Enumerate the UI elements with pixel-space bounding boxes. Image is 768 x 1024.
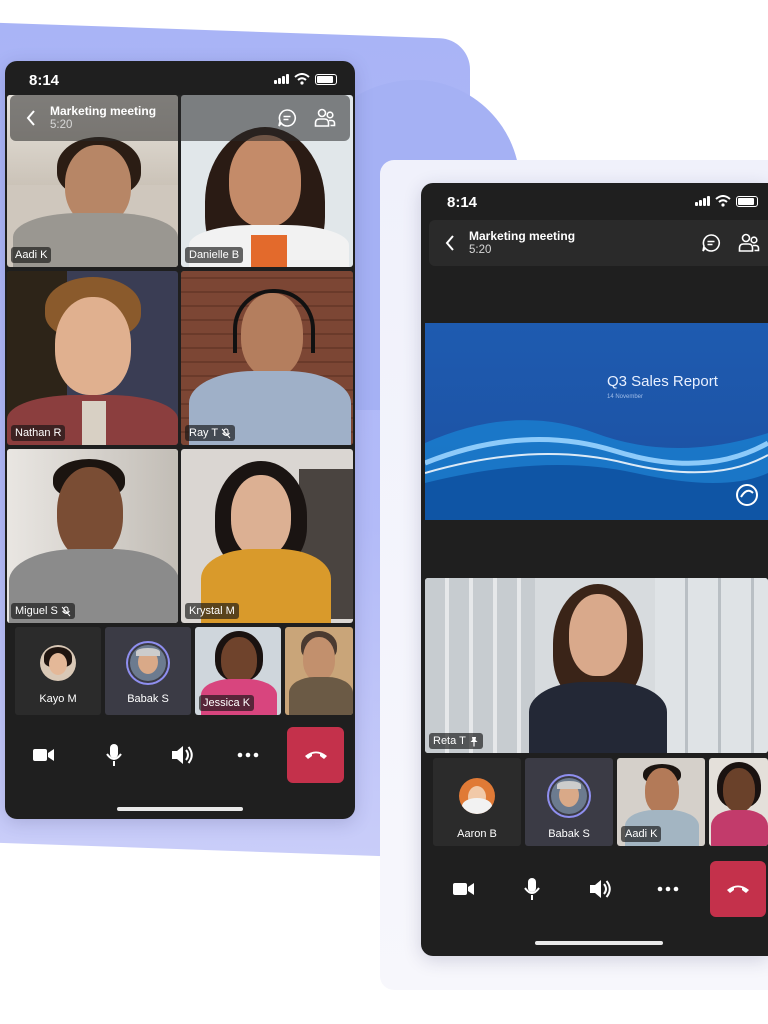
video-tile[interactable]: Nathan R xyxy=(7,271,178,445)
more-icon xyxy=(657,886,679,892)
battery-icon xyxy=(736,195,758,207)
call-controls xyxy=(5,727,355,783)
mic-muted-icon xyxy=(221,428,231,438)
roster-name: Kayo M xyxy=(39,693,77,705)
roster-participant-selected[interactable]: Babak S xyxy=(525,758,613,846)
camera-icon xyxy=(33,749,54,761)
meeting-header: Marketing meeting 5:20 xyxy=(429,220,768,266)
battery-icon xyxy=(315,73,337,85)
video-tile[interactable] xyxy=(285,627,353,715)
slide-date: 14 November xyxy=(607,394,644,400)
cellular-signal-icon xyxy=(695,196,710,206)
slide-logo-icon xyxy=(736,484,758,506)
participant-name-label: Aadi K xyxy=(11,247,52,263)
status-bar: 8:14 xyxy=(421,183,768,217)
slide-title: Q3 Sales Report xyxy=(607,373,718,390)
video-tile[interactable]: Krystal M xyxy=(181,449,353,623)
avatar xyxy=(130,645,166,681)
back-button[interactable] xyxy=(16,103,46,133)
avatar xyxy=(459,778,495,814)
roster-name: Aaron B xyxy=(457,828,497,840)
microphone-button[interactable] xyxy=(517,875,547,903)
roster-name: Babak S xyxy=(127,693,169,705)
slide-wave-graphic xyxy=(425,420,768,520)
avatar xyxy=(40,645,76,681)
camera-icon xyxy=(453,883,474,895)
avatar xyxy=(551,778,587,814)
end-call-button[interactable] xyxy=(710,861,766,917)
meeting-duration: 5:20 xyxy=(469,244,492,256)
chat-button[interactable] xyxy=(274,105,300,131)
roster-name: Babak S xyxy=(548,828,590,840)
participant-name-label: Nathan R xyxy=(11,425,66,441)
microphone-icon xyxy=(106,744,122,766)
speaker-icon xyxy=(590,880,611,898)
participant-name-label: Miguel S xyxy=(11,603,75,619)
end-call-icon xyxy=(727,885,749,893)
chat-icon xyxy=(702,234,720,252)
roster-participant[interactable]: Kayo M xyxy=(15,627,101,715)
wifi-icon xyxy=(294,73,310,85)
participants-icon xyxy=(738,233,760,252)
meeting-title: Marketing meeting xyxy=(50,104,157,118)
camera-button[interactable] xyxy=(449,875,479,903)
video-tile[interactable]: Aadi K xyxy=(617,758,705,846)
mic-muted-icon xyxy=(61,606,71,616)
status-time: 8:14 xyxy=(447,194,478,211)
microphone-button[interactable] xyxy=(99,741,129,769)
call-controls xyxy=(421,861,768,917)
more-icon xyxy=(237,752,259,758)
phone-gallery-view: 8:14 Aadi K Danielle B Nathan R Ray T Mi… xyxy=(5,61,355,819)
video-tile[interactable]: Jessica K xyxy=(195,627,281,715)
camera-button[interactable] xyxy=(29,741,59,769)
chat-icon xyxy=(278,109,296,127)
meeting-duration: 5:20 xyxy=(50,119,73,131)
more-options-button[interactable] xyxy=(653,875,683,903)
meeting-header: Marketing meeting 5:20 xyxy=(10,95,350,141)
video-tile[interactable]: Ray T xyxy=(181,271,353,445)
microphone-icon xyxy=(524,878,540,900)
participant-name-label: Reta T xyxy=(429,733,483,749)
status-time: 8:14 xyxy=(29,72,60,89)
participants-icon xyxy=(314,108,336,127)
roster-participant-selected[interactable]: Babak S xyxy=(105,627,191,715)
participant-name-label: Aadi K xyxy=(621,826,662,842)
speaker-button[interactable] xyxy=(167,741,197,769)
back-button[interactable] xyxy=(435,228,465,258)
pin-icon xyxy=(470,736,478,746)
spotlight-video-tile[interactable]: Reta T xyxy=(425,578,768,753)
chevron-left-icon xyxy=(26,110,35,126)
home-indicator xyxy=(535,941,663,945)
speaker-button[interactable] xyxy=(585,875,615,903)
participant-name-label: Jessica K xyxy=(199,695,255,711)
wifi-icon xyxy=(715,195,731,207)
participant-name-label: Ray T xyxy=(185,425,236,441)
participants-button[interactable] xyxy=(312,105,338,131)
video-tile[interactable] xyxy=(709,758,768,846)
chat-button[interactable] xyxy=(698,230,724,256)
meeting-title: Marketing meeting xyxy=(469,229,576,243)
chevron-left-icon xyxy=(445,235,454,251)
participants-button[interactable] xyxy=(736,230,762,256)
status-bar: 8:14 xyxy=(5,61,355,95)
speaker-icon xyxy=(172,746,193,764)
end-call-button[interactable] xyxy=(287,727,344,783)
shared-presentation[interactable]: Q3 Sales Report 14 November xyxy=(425,323,768,520)
video-tile[interactable]: Miguel S xyxy=(7,449,178,623)
phone-content-share-view: 8:14 Marketing meeting 5:20 Q3 Sales Rep… xyxy=(421,183,768,956)
roster-participant[interactable]: Aaron B xyxy=(433,758,521,846)
home-indicator xyxy=(117,807,243,811)
participant-name-label: Krystal M xyxy=(185,603,239,619)
end-call-icon xyxy=(304,751,327,759)
more-options-button[interactable] xyxy=(233,741,263,769)
participant-name-label: Danielle B xyxy=(185,247,244,263)
cellular-signal-icon xyxy=(274,74,289,84)
